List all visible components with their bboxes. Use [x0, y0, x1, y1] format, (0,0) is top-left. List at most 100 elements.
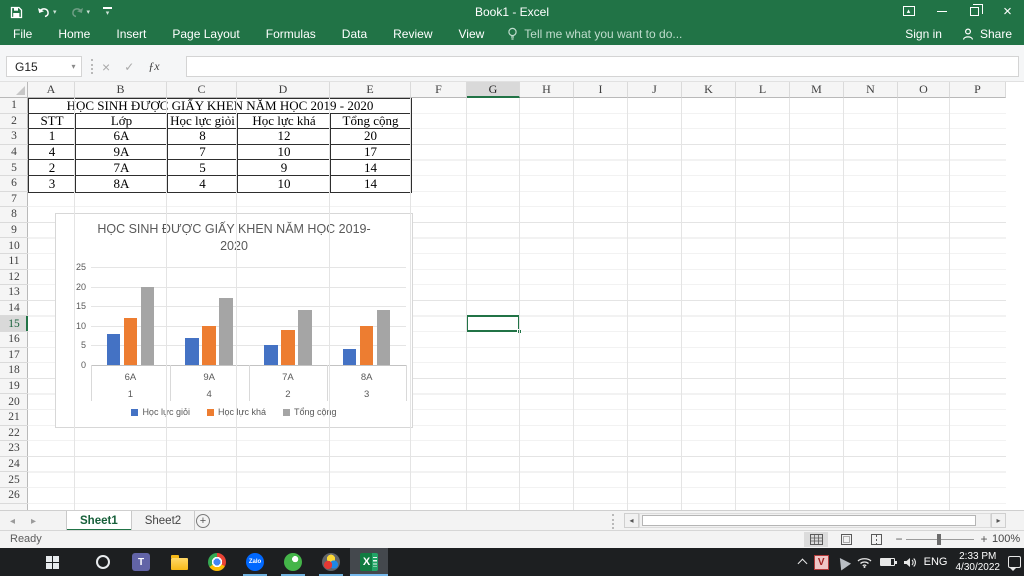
zalo-button[interactable]: Zalo	[236, 548, 274, 576]
column-header-F[interactable]: F	[411, 82, 467, 98]
sheet-tab-sheet2[interactable]: Sheet2	[132, 511, 196, 531]
tray-app-icon[interactable]	[834, 554, 851, 570]
tab-scroll-splitter[interactable]	[612, 514, 614, 529]
column-header-H[interactable]: H	[520, 82, 574, 98]
chart-bar-6A-series3[interactable]	[140, 286, 155, 365]
row-header-23[interactable]: 23	[0, 441, 28, 457]
row-header-21[interactable]: 21	[0, 410, 28, 426]
table-cell[interactable]: 10	[238, 144, 331, 160]
customize-qat-button[interactable]: ▾	[103, 7, 113, 17]
table-cell[interactable]: 7	[168, 144, 238, 160]
row-header-26[interactable]: 26	[0, 488, 28, 504]
column-header-C[interactable]: C	[167, 82, 237, 98]
embedded-chart[interactable]: HỌC SINH ĐƯỢC GIẤY KHEN NĂM HỌC 2019-202…	[55, 213, 413, 428]
row-header-14[interactable]: 14	[0, 301, 28, 317]
unikey-icon[interactable]: V	[813, 554, 829, 570]
cancel-button[interactable]: ×	[102, 59, 110, 75]
minimize-button[interactable]	[925, 0, 958, 22]
table-cell[interactable]: Học lực giỏi	[168, 113, 238, 129]
speaker-icon[interactable]	[903, 557, 916, 568]
table-cell[interactable]: 8A	[76, 175, 168, 192]
table-cell[interactable]: 6A	[76, 129, 168, 144]
column-header-B[interactable]: B	[75, 82, 167, 98]
zoom-out-button[interactable]: −	[893, 532, 905, 546]
insert-function-button[interactable]: ƒx	[148, 59, 159, 74]
save-button[interactable]	[10, 6, 23, 19]
table-cell[interactable]: Lớp	[76, 113, 168, 129]
chart-bar-8A-series1[interactable]	[342, 349, 357, 365]
ribbon-tab-view[interactable]: View	[446, 22, 498, 45]
row-header-22[interactable]: 22	[0, 426, 28, 442]
sheet-nav-left[interactable]: ◂	[10, 516, 15, 527]
active-cell-selection[interactable]	[466, 315, 522, 334]
chart-bar-6A-series1[interactable]	[106, 333, 121, 365]
table-cell[interactable]: 12	[238, 129, 331, 144]
row-header-15[interactable]: 15	[0, 316, 28, 332]
table-cell[interactable]: 9	[238, 160, 331, 175]
row-header-10[interactable]: 10	[0, 238, 28, 254]
undo-dropdown-caret[interactable]: ▾	[53, 9, 57, 16]
action-center-icon[interactable]	[1008, 556, 1021, 571]
table-cell[interactable]: 20	[331, 129, 410, 144]
chart-bar-9A-series3[interactable]	[219, 298, 233, 365]
row-header-11[interactable]: 11	[0, 254, 28, 270]
column-header-M[interactable]: M	[790, 82, 844, 98]
ribbon-tab-formulas[interactable]: Formulas	[253, 22, 329, 45]
zoom-slider-handle[interactable]	[937, 534, 941, 545]
teams-button[interactable]: T	[122, 548, 160, 576]
horizontal-scroll-thumb[interactable]	[642, 515, 976, 526]
table-cell[interactable]: 9A	[76, 144, 168, 160]
chart-bar-9A-series1[interactable]	[185, 337, 199, 365]
row-header-12[interactable]: 12	[0, 270, 28, 286]
row-header-25[interactable]: 25	[0, 472, 28, 488]
row-header-18[interactable]: 18	[0, 363, 28, 379]
row-header-9[interactable]: 9	[0, 223, 28, 239]
table-cell[interactable]: 5	[168, 160, 238, 175]
row-header-8[interactable]: 8	[0, 207, 28, 223]
table-cell[interactable]: 10	[238, 175, 331, 192]
row-header-20[interactable]: 20	[0, 394, 28, 410]
table-cell[interactable]: Học lực khá	[238, 113, 331, 129]
row-header-5[interactable]: 5	[0, 160, 28, 176]
clock[interactable]: 2:33 PM 4/30/2022	[956, 551, 1001, 573]
table-cell[interactable]: Tổng cộng	[331, 114, 410, 129]
row-header-16[interactable]: 16	[0, 332, 28, 348]
start-button[interactable]	[33, 548, 71, 576]
row-header-4[interactable]: 4	[0, 145, 28, 161]
chart-bar-7A-series1[interactable]	[264, 345, 278, 365]
file-explorer-button[interactable]	[160, 548, 198, 576]
column-header-N[interactable]: N	[844, 82, 898, 98]
share-button[interactable]: Share	[962, 27, 1012, 41]
zoom-in-button[interactable]: +	[978, 532, 990, 546]
chart-bar-8A-series3[interactable]	[376, 310, 391, 365]
table-cell[interactable]: 1	[29, 129, 76, 144]
sign-in-link[interactable]: Sign in	[905, 27, 942, 41]
horizontal-scrollbar[interactable]	[639, 513, 991, 528]
tell-me-box[interactable]: Tell me what you want to do...	[507, 27, 682, 41]
column-header-E[interactable]: E	[330, 82, 411, 98]
chart-bar-7A-series3[interactable]	[298, 310, 312, 365]
enter-button[interactable]: ✓	[124, 60, 134, 74]
ribbon-tab-home[interactable]: Home	[45, 22, 103, 45]
hscroll-right-arrow[interactable]: ▸	[991, 513, 1006, 528]
table-cell[interactable]: 8	[168, 129, 238, 144]
restore-button[interactable]	[958, 0, 991, 22]
ribbon-tab-review[interactable]: Review	[380, 22, 445, 45]
table-cell[interactable]: 14	[331, 176, 410, 192]
row-header-24[interactable]: 24	[0, 457, 28, 473]
redo-button[interactable]: ▾	[70, 6, 90, 18]
ribbon-tab-data[interactable]: Data	[329, 22, 380, 45]
cortana-button[interactable]	[84, 548, 122, 576]
row-header-1[interactable]: 1	[0, 98, 28, 114]
ribbon-display-options-button[interactable]: ▴	[892, 0, 925, 22]
column-header-L[interactable]: L	[736, 82, 790, 98]
column-header-A[interactable]: A	[28, 82, 75, 98]
language-indicator[interactable]: ENG	[924, 556, 948, 568]
add-sheet-button[interactable]: +	[196, 514, 210, 528]
sheet-tab-sheet1[interactable]: Sheet1	[66, 511, 132, 531]
table-cell[interactable]: 4	[29, 144, 76, 160]
select-all-corner[interactable]	[0, 82, 28, 98]
hscroll-left-arrow[interactable]: ◂	[624, 513, 639, 528]
chrome-button[interactable]	[198, 548, 236, 576]
normal-view-button[interactable]	[804, 532, 828, 547]
